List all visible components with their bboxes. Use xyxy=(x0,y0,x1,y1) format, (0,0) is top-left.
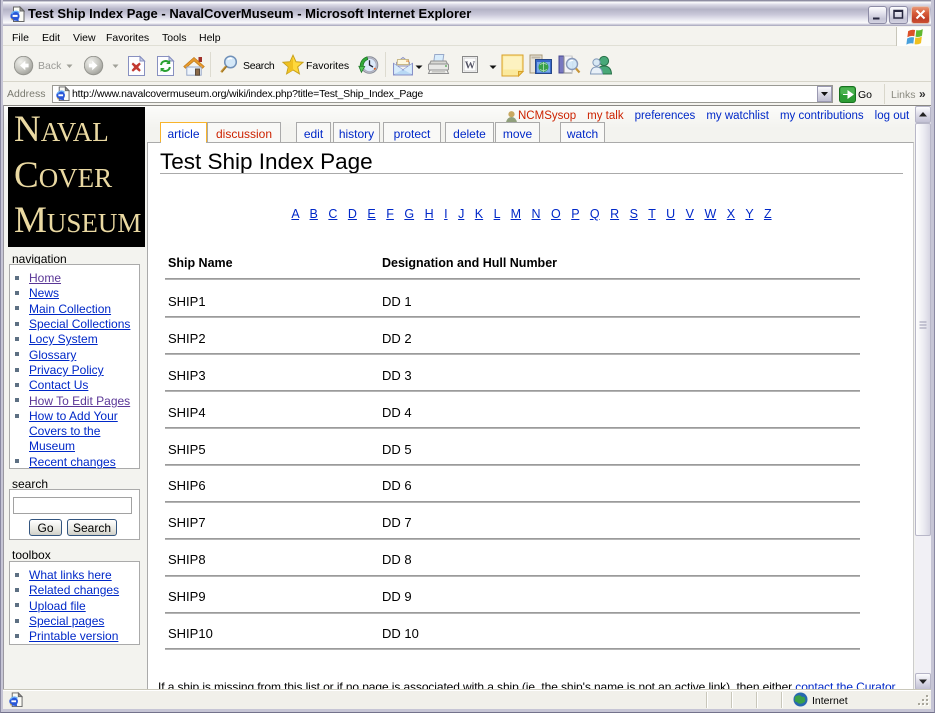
svg-text:W: W xyxy=(465,61,476,72)
